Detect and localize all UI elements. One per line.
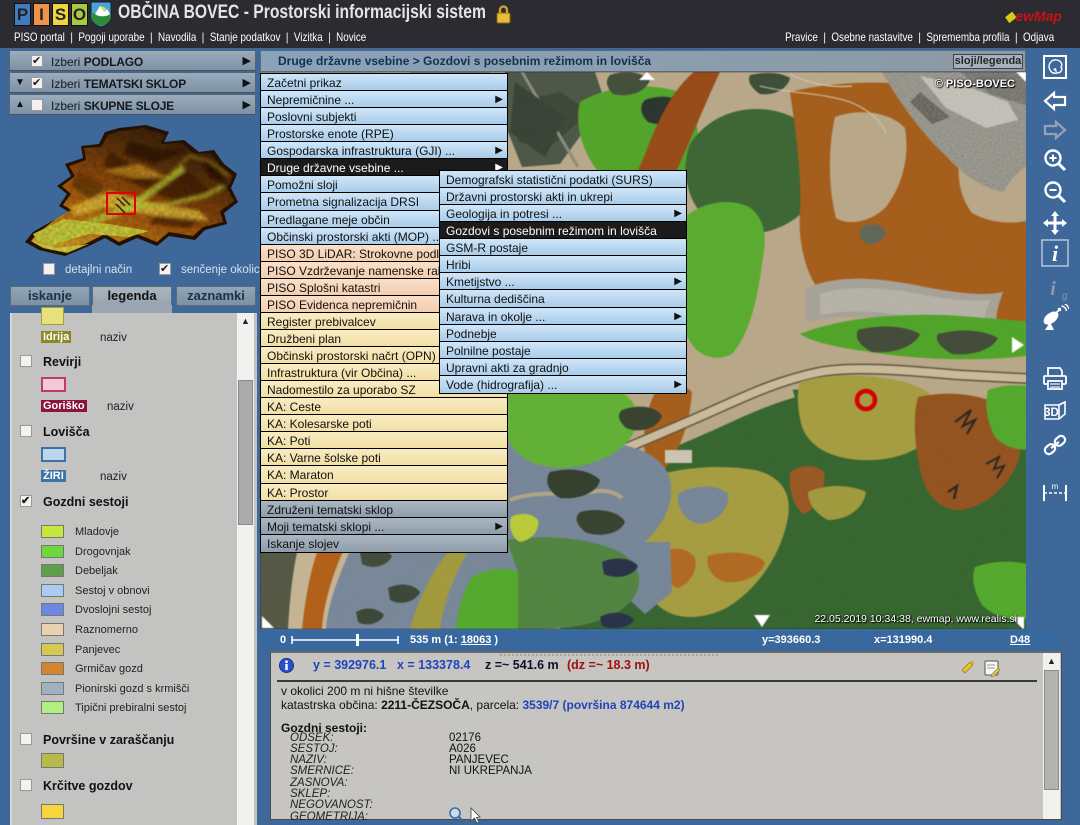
svg-text:g: g bbox=[1062, 291, 1068, 302]
svg-text:3D: 3D bbox=[1044, 407, 1059, 419]
svg-text:i: i bbox=[1052, 241, 1059, 266]
svg-text:i: i bbox=[1050, 278, 1056, 300]
svg-text:m: m bbox=[1052, 482, 1059, 491]
